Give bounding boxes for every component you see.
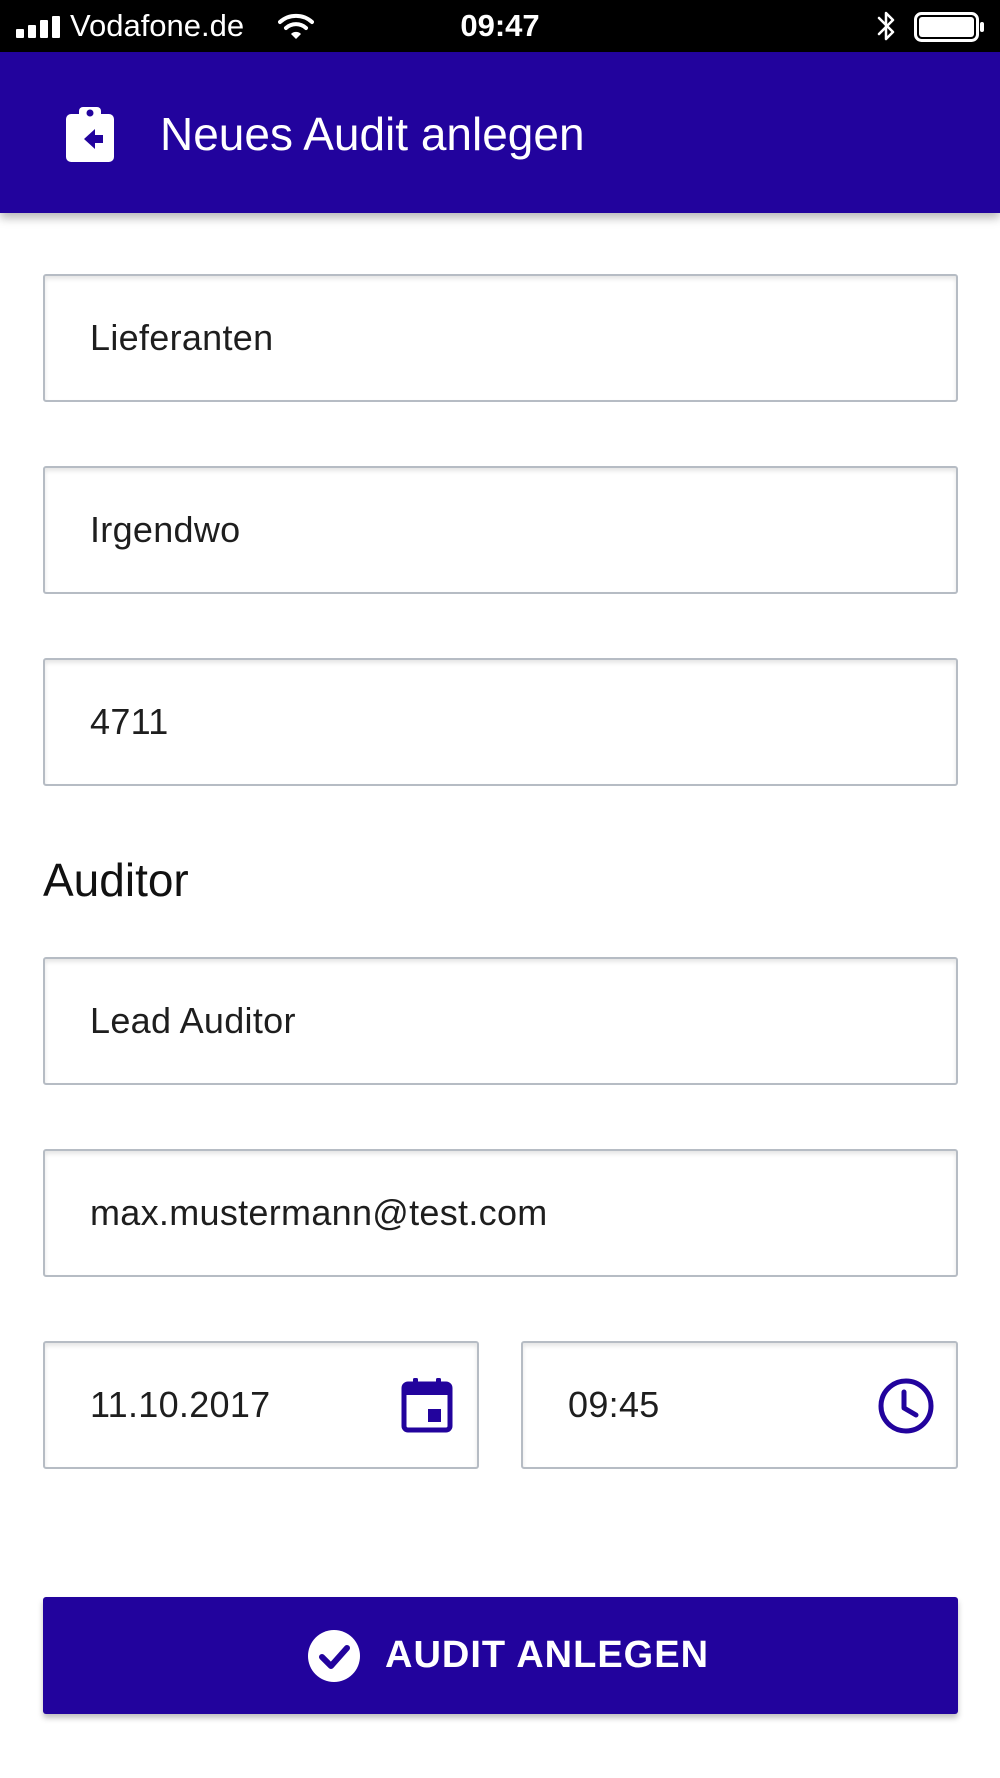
check-circle-icon: [308, 1630, 360, 1682]
auditor-role-value: Lead Auditor: [90, 1000, 296, 1041]
time-field[interactable]: 09:45: [521, 1341, 958, 1469]
page-title: Neues Audit anlegen: [160, 108, 585, 160]
auditor-email-field[interactable]: max.mustermann@test.com: [43, 1149, 958, 1277]
clipboard-back-icon[interactable]: [62, 104, 118, 164]
location-field[interactable]: Irgendwo: [43, 466, 958, 594]
time-value: 09:45: [568, 1384, 660, 1425]
date-value: 11.10.2017: [90, 1384, 271, 1425]
app-header: Neues Audit anlegen: [0, 52, 1000, 213]
calendar-icon[interactable]: [401, 1377, 453, 1433]
supplier-field[interactable]: Lieferanten: [43, 274, 958, 402]
number-value: 4711: [90, 701, 169, 742]
create-audit-button[interactable]: AUDIT ANLEGEN: [43, 1597, 958, 1714]
create-audit-button-label: AUDIT ANLEGEN: [385, 1634, 710, 1676]
supplier-value: Lieferanten: [90, 317, 274, 358]
battery-icon: [914, 12, 984, 42]
location-value: Irgendwo: [90, 509, 241, 550]
status-time: 09:47: [460, 8, 540, 43]
clock-icon[interactable]: [877, 1377, 935, 1435]
auditor-email-value: max.mustermann@test.com: [90, 1192, 548, 1233]
number-field[interactable]: 4711: [43, 658, 958, 786]
auditor-heading: Auditor: [43, 854, 189, 906]
status-bar: Vodafone.de 09:47: [0, 0, 1000, 52]
date-field[interactable]: 11.10.2017: [43, 1341, 479, 1469]
bluetooth-icon: [877, 11, 895, 41]
auditor-role-field[interactable]: Lead Auditor: [43, 957, 958, 1085]
